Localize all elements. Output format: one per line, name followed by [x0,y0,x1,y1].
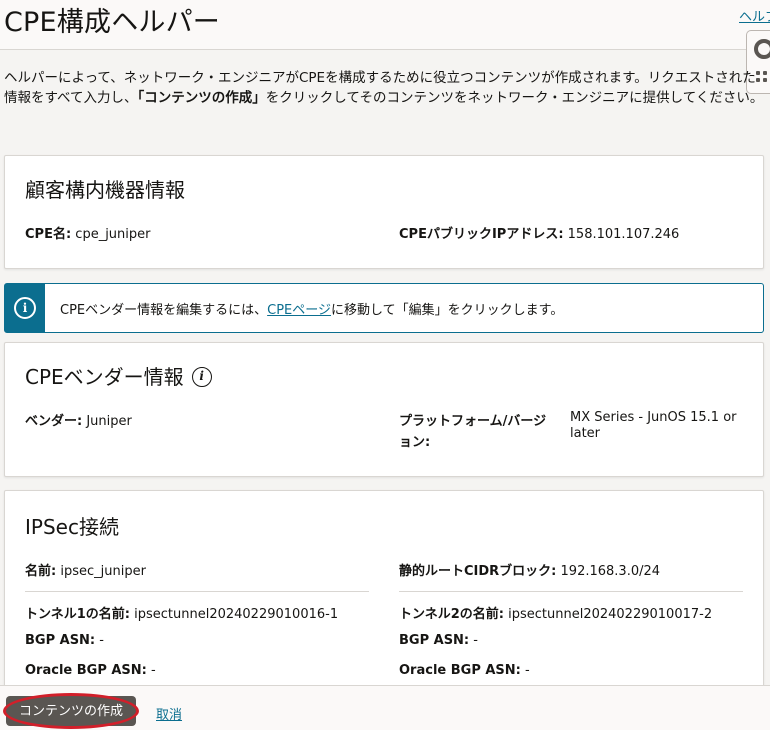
tunnel2-oracle-bgp-field: Oracle BGP ASN: - [399,663,530,678]
divider [399,591,743,592]
page-title: CPE構成ヘルパー [4,7,220,38]
tunnel1-oracle-bgp-field: Oracle BGP ASN: - [25,663,156,678]
vendor-field: ベンダー: Juniper [25,414,132,429]
tunnel2-bgp-field: BGP ASN: - [399,633,478,648]
cpe-ip-field: CPEパブリックIPアドレス: 158.101.107.246 [399,227,680,242]
tunnel1-name-field: トンネル1の名前: ipsectunnel20240229010016-1 [25,607,339,622]
cpe-info-title: 顧客構内機器情報 [25,178,185,202]
info-banner: i CPEベンダー情報を編集するには、CPEページに移動して「編集」をクリックし… [4,283,764,333]
tunnel2-name-field: トンネル2の名前: ipsectunnel20240229010017-2 [399,607,713,622]
intro-text: ヘルパーによって、ネットワーク・エンジニアがCPEを構成するために役立つコンテン… [4,70,764,106]
vendor-info-title: CPEベンダー情報 i [25,361,212,390]
cidr-field: 静的ルートCIDRブロック: 192.168.3.0/24 [399,564,661,579]
ipsec-card: IPSec接続 名前: ipsec_juniper 静的ルートCIDRブロック:… [4,490,764,695]
lifebuoy-icon[interactable] [754,39,770,59]
divider [25,591,369,592]
platform-value: MX Series - JunOS 15.1 or later [570,410,737,441]
page-header: CPE構成ヘルパー ヘルプ [0,0,770,50]
cpe-info-card: 顧客構内機器情報 CPE名: cpe_juniper CPEパブリックIPアドレ… [4,155,764,269]
info-icon: i [14,297,36,319]
platform-label: プラットフォーム/バージ ョン: [399,414,547,450]
help-link[interactable]: ヘルプ [739,6,770,25]
info-banner-text: CPEベンダー情報を編集するには、CPEページに移動して「編集」をクリックします… [60,303,564,318]
ipsec-name-field: 名前: ipsec_juniper [25,564,146,579]
create-content-button[interactable]: コンテンツの作成 [6,696,136,726]
cpe-name-field: CPE名: cpe_juniper [25,227,151,242]
cpe-page-link[interactable]: CPEページ [267,303,331,318]
tunnel1-bgp-field: BGP ASN: - [25,633,104,648]
footer-bar: コンテンツの作成 取消 [0,685,770,730]
vendor-info-card: CPEベンダー情報 i ベンダー: Juniper プラットフォーム/バージ ョン:… [4,342,764,477]
ipsec-title: IPSec接続 [25,515,119,539]
info-icon[interactable]: i [191,366,212,387]
cancel-link[interactable]: 取消 [156,704,182,723]
